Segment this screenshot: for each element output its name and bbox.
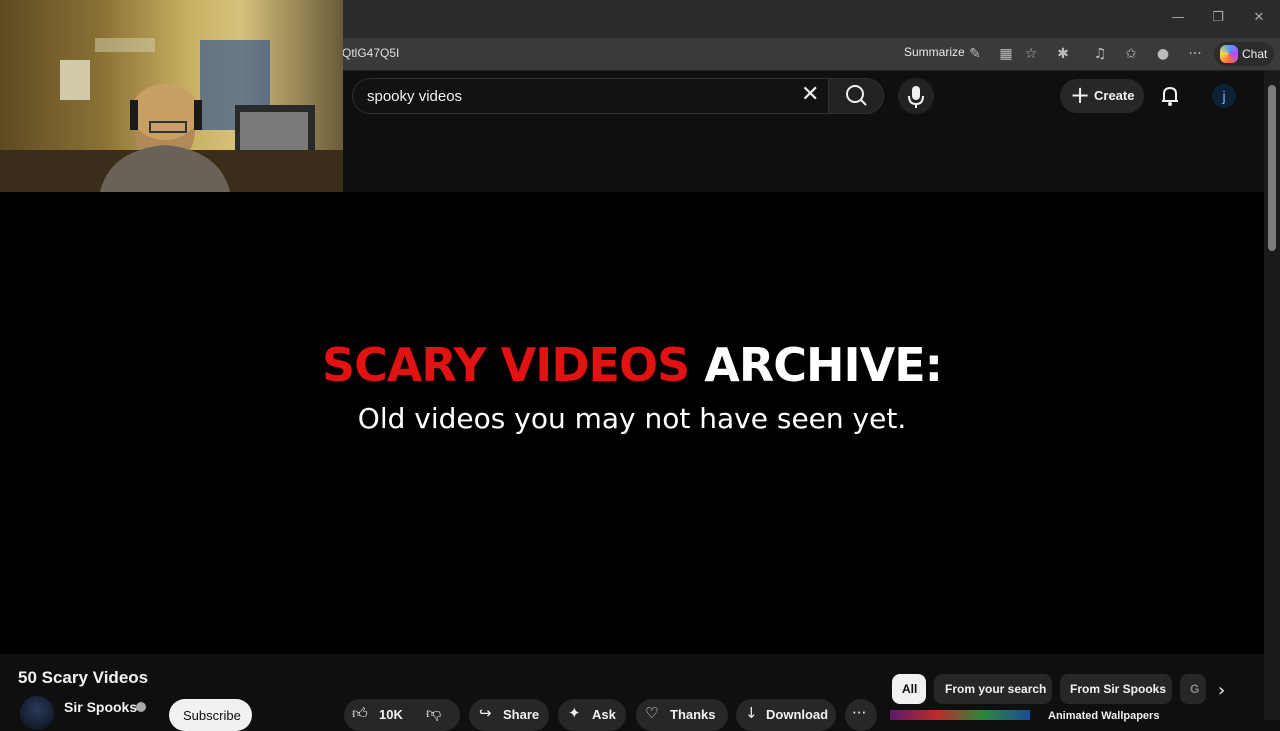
restore-icon[interactable]: ❐ <box>1206 8 1230 28</box>
video-frame-title: SCARY VIDEOS ARCHIVE: <box>0 338 1264 392</box>
summarize-label: Summarize <box>904 45 965 59</box>
scrollbar-thumb[interactable] <box>1268 85 1276 251</box>
video-player[interactable]: SCARY VIDEOS ARCHIVE: Old videos you may… <box>0 192 1264 654</box>
url-text[interactable]: QtlG47Q5I <box>342 46 399 60</box>
video-title: 50 Scary Videos <box>18 668 149 687</box>
minimize-icon[interactable]: — <box>1166 8 1190 28</box>
chip-partial[interactable]: G <box>1180 674 1206 704</box>
more-icon[interactable]: ··· <box>1185 44 1205 64</box>
subscribe-button[interactable]: Subscribe <box>169 699 252 731</box>
ask-button[interactable]: ✦ Ask <box>558 699 626 731</box>
video-frame-subtitle: Old videos you may not have seen yet. <box>357 402 907 435</box>
chip-from-your-search[interactable]: From your search <box>934 674 1052 704</box>
like-dislike-group: 👍︎ 10K 👎︎ <box>344 699 460 731</box>
account-avatar[interactable]: j <box>1212 84 1236 108</box>
like-icon[interactable]: 👍︎ <box>352 704 368 723</box>
thanks-button[interactable]: ♡ Thanks <box>636 699 728 731</box>
dislike-icon[interactable]: 👎︎ <box>426 704 441 723</box>
recommendation-thumbnail[interactable] <box>890 710 1030 720</box>
puzzle-icon[interactable]: ✱ <box>1053 44 1073 64</box>
copilot-icon <box>1220 45 1238 63</box>
profile-icon[interactable]: ● <box>1153 44 1173 64</box>
subscribe-label: Subscribe <box>183 708 241 723</box>
thanks-icon: ♡ <box>645 704 659 722</box>
share-icon: ↪ <box>479 704 492 722</box>
search-input[interactable]: spooky videos ✕ <box>352 78 828 114</box>
sparkle-icon: ✦ <box>568 704 581 722</box>
share-button[interactable]: ↪ Share <box>469 699 549 731</box>
chevron-right-icon[interactable]: › <box>1218 680 1225 701</box>
chip-label: From Sir Spooks <box>1070 682 1167 696</box>
search-text: spooky videos <box>367 88 463 105</box>
chip-from-sir-spooks[interactable]: From Sir Spooks <box>1060 674 1172 704</box>
chip-label: All <box>902 682 918 696</box>
video-frame-title-red: SCARY VIDEOS <box>321 338 690 392</box>
microphone-icon <box>908 86 924 108</box>
search-button[interactable] <box>828 78 884 114</box>
video-frame-title-white: ARCHIVE: <box>704 338 943 392</box>
chat-label: Chat <box>1242 47 1268 61</box>
clear-search-icon[interactable]: ✕ <box>801 82 819 107</box>
chip-label: From your search <box>945 682 1047 696</box>
voice-search-button[interactable] <box>898 78 934 114</box>
more-dots-icon: ··· <box>852 704 867 722</box>
verified-badge-icon <box>136 702 146 712</box>
favorite-star-icon[interactable]: ☆ <box>1021 44 1041 64</box>
recommendation-title[interactable]: Animated Wallpapers <box>1048 710 1159 722</box>
summarize-icon: ✎ <box>969 46 981 62</box>
webcam-scene <box>0 38 343 192</box>
channel-avatar[interactable] <box>20 696 54 730</box>
chat-button[interactable]: Chat <box>1214 42 1274 66</box>
summarize-button[interactable]: Summarize <box>904 45 965 59</box>
webcam-overlay <box>0 0 343 192</box>
page-scrollbar[interactable] <box>1264 71 1280 720</box>
media-icon[interactable]: ♫ <box>1090 44 1110 64</box>
search-icon <box>846 85 867 106</box>
download-icon: ↓ <box>745 704 758 722</box>
extensions-grid-icon[interactable]: ▦ <box>996 44 1016 64</box>
channel-name[interactable]: Sir Spooks <box>64 699 137 715</box>
download-button[interactable]: ↓ Download <box>736 699 836 731</box>
create-label: Create <box>1094 88 1135 103</box>
chip-all[interactable]: All <box>892 674 926 704</box>
plus-icon: + <box>1070 81 1091 109</box>
notifications-bell-icon[interactable] <box>1158 84 1182 108</box>
chip-label: G <box>1190 682 1200 696</box>
close-icon[interactable]: ✕ <box>1247 8 1271 28</box>
create-button[interactable]: + Create <box>1060 79 1144 113</box>
more-actions-button[interactable]: ··· <box>845 699 877 731</box>
favorites-icon[interactable]: ✩ <box>1121 44 1141 64</box>
